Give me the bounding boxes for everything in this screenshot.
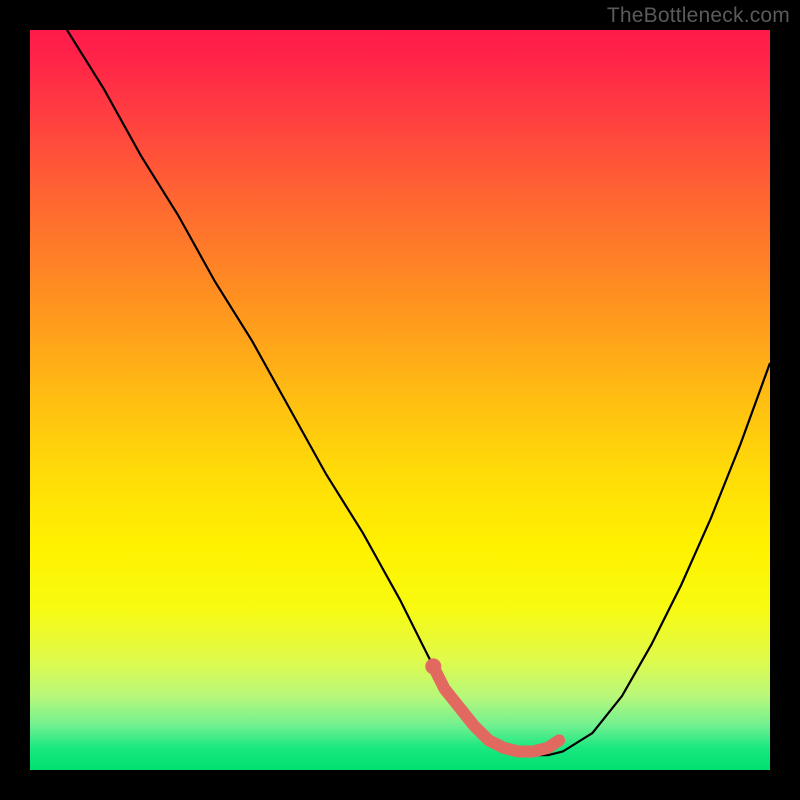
highlight-path: [433, 666, 559, 751]
chart-plot-area: [30, 30, 770, 770]
highlight-dot: [425, 658, 441, 674]
watermark-text: TheBottleneck.com: [607, 4, 790, 28]
curve-path: [67, 30, 770, 755]
chart-svg: [30, 30, 770, 770]
